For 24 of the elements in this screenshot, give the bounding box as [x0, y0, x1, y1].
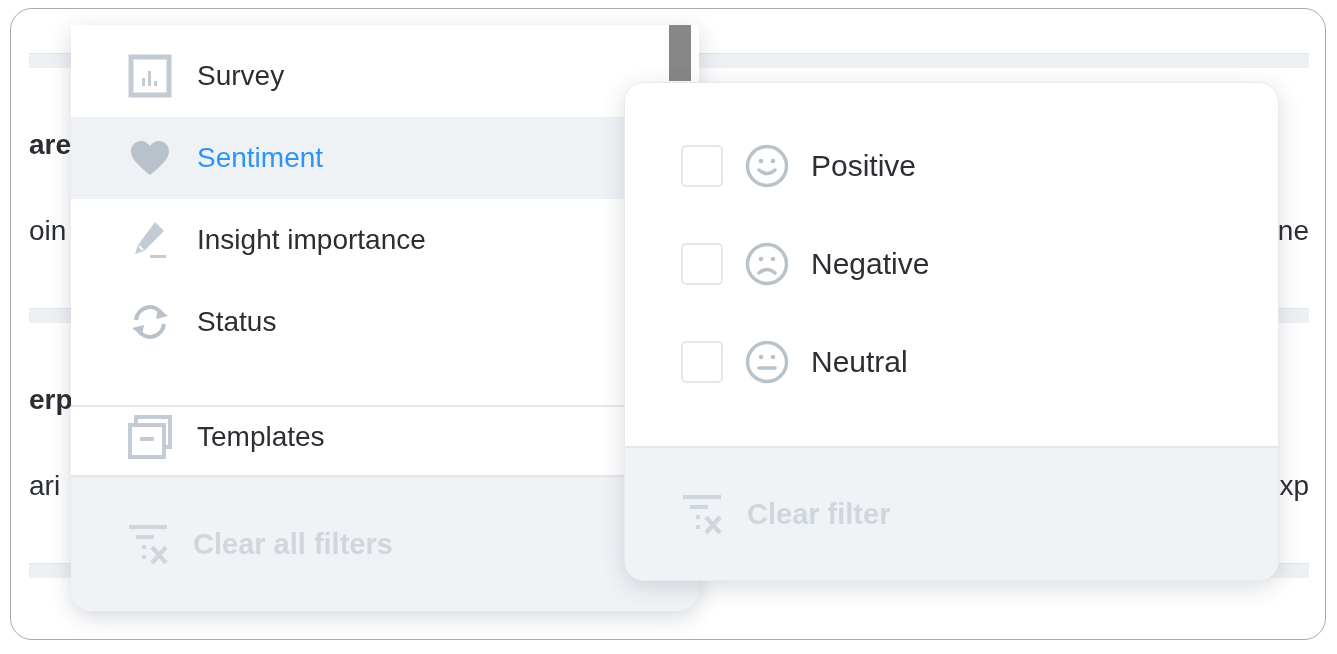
checkbox[interactable]: [681, 145, 723, 187]
option-label: Negative: [811, 247, 930, 281]
table-text: xp: [1279, 470, 1309, 502]
menu-item[interactable]: Insight importance: [71, 199, 699, 281]
checkbox[interactable]: [681, 243, 723, 285]
scrollbar-thumb[interactable]: [669, 25, 691, 81]
table-text: ne: [1277, 215, 1309, 247]
chart-icon: [128, 54, 172, 98]
table-text: oin: [29, 215, 67, 247]
templates-icon: [128, 415, 172, 459]
frown-face-icon: [745, 242, 789, 286]
flat-face-icon: [745, 340, 789, 384]
option-label: Neutral: [811, 345, 908, 379]
smile-face-icon: [745, 144, 789, 188]
clear-filter-icon: [681, 492, 725, 536]
clear-filter-icon: [127, 522, 171, 566]
table-text: ari: [29, 470, 61, 502]
heart-icon: [130, 140, 170, 176]
table-text: erp: [29, 384, 73, 416]
menu-item[interactable]: Survey: [71, 35, 699, 117]
menu-item[interactable]: Status: [71, 281, 699, 363]
checkbox[interactable]: [681, 341, 723, 383]
option-label: Positive: [811, 149, 917, 183]
table-text: are: [29, 129, 72, 161]
